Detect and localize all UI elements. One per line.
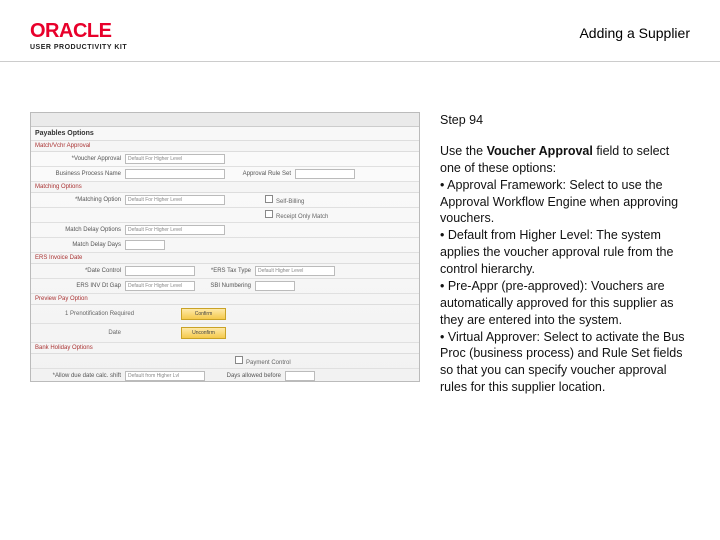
bullet-virtual-approver: • Virtual Approver: Select to activate t… xyxy=(440,329,690,397)
step-label: Step 94 xyxy=(440,112,690,129)
ss-label-match-delay-opt: Match Delay Options xyxy=(35,227,125,233)
brand-subtitle: USER PRODUCTIVITY KIT xyxy=(30,44,127,51)
bullet-approval-framework: • Approval Framework: Select to use the … xyxy=(440,177,690,228)
ss-field-match-delay-opt[interactable]: Default For Higher Level xyxy=(125,225,225,235)
ss-label-payment-control: Payment Control xyxy=(246,360,291,366)
instruction-intro: Use the Voucher Approval field to select… xyxy=(440,143,690,177)
ss-section-approval: Match/Vchr Approval xyxy=(31,141,419,152)
ss-label-match-delay-days: Match Delay Days xyxy=(35,242,125,248)
page-title: Adding a Supplier xyxy=(579,20,690,41)
ss-field-ers-tax[interactable]: Default Higher Level xyxy=(255,266,335,276)
ss-section-matching: Matching Options xyxy=(31,182,419,193)
ss-field-voucher-approval[interactable]: Default For Higher Level xyxy=(125,154,225,164)
ss-label-bp: Business Process Name xyxy=(35,171,125,177)
ss-label-voucher-approval: *Voucher Approval xyxy=(35,156,125,162)
ss-field-days-before[interactable] xyxy=(285,371,315,381)
ss-section-bank-holiday: Bank Holiday Options xyxy=(31,343,419,354)
ss-label-ers-gap: ERS INV Dt Gap xyxy=(35,283,125,289)
ss-field-ers-gap[interactable]: Default For Higher Level xyxy=(125,281,195,291)
ss-label-receipt-only: Receipt Only Match xyxy=(276,214,328,220)
brand-logo: ORACLE xyxy=(30,20,127,43)
ss-chk-self-billing[interactable] xyxy=(265,195,273,203)
ss-field-bp[interactable] xyxy=(125,169,225,179)
ss-chk-receipt-only[interactable] xyxy=(265,210,273,218)
ss-title: Payables Options xyxy=(31,127,419,141)
ss-section-ers: ERS Invoice Date xyxy=(31,253,419,264)
ss-label-sbi: SBI Numbering xyxy=(195,283,255,289)
ss-btn-unconfirm[interactable]: Unconfirm xyxy=(181,327,226,339)
ss-label-allow-shift: *Allow due date calc. shift xyxy=(35,373,125,379)
ss-label-self-billing: Self-Billing xyxy=(276,199,304,205)
ss-label-appr-rule: Approval Rule Set xyxy=(225,171,295,177)
ss-btn-confirm[interactable]: Confirm xyxy=(181,308,226,320)
ss-label-date-control: *Date Control xyxy=(35,268,125,274)
ss-section-preview: Preview Pay Option xyxy=(31,294,419,305)
ss-field-match-delay-days[interactable] xyxy=(125,240,165,250)
ss-label-days-before: Days allowed before xyxy=(205,373,285,379)
instruction-panel: Step 94 Use the Voucher Approval field t… xyxy=(440,112,690,396)
ss-label-prenote: 1 Prenotification Required xyxy=(35,311,180,317)
ss-field-matching-option[interactable]: Default For Higher Level xyxy=(125,195,225,205)
bullet-default-higher: • Default from Higher Level: The system … xyxy=(440,227,690,278)
brand-block: ORACLE USER PRODUCTIVITY KIT xyxy=(30,20,127,51)
bullet-pre-appr: • Pre-Appr (pre-approved): Vouchers are … xyxy=(440,278,690,329)
ss-label-date: Date xyxy=(35,330,125,336)
ss-chk-payment-control[interactable] xyxy=(235,356,243,364)
ss-field-allow-shift[interactable]: Default from Higher Lvl xyxy=(125,371,205,381)
embedded-screenshot: Payables Options Match/Vchr Approval *Vo… xyxy=(30,112,420,382)
ss-field-date-control[interactable] xyxy=(125,266,195,276)
ss-label-matching-option: *Matching Option xyxy=(35,197,125,203)
ss-label-ers-tax: *ERS Tax Type xyxy=(195,268,255,274)
ss-field-appr-rule[interactable] xyxy=(295,169,355,179)
ss-field-sbi[interactable] xyxy=(255,281,295,291)
